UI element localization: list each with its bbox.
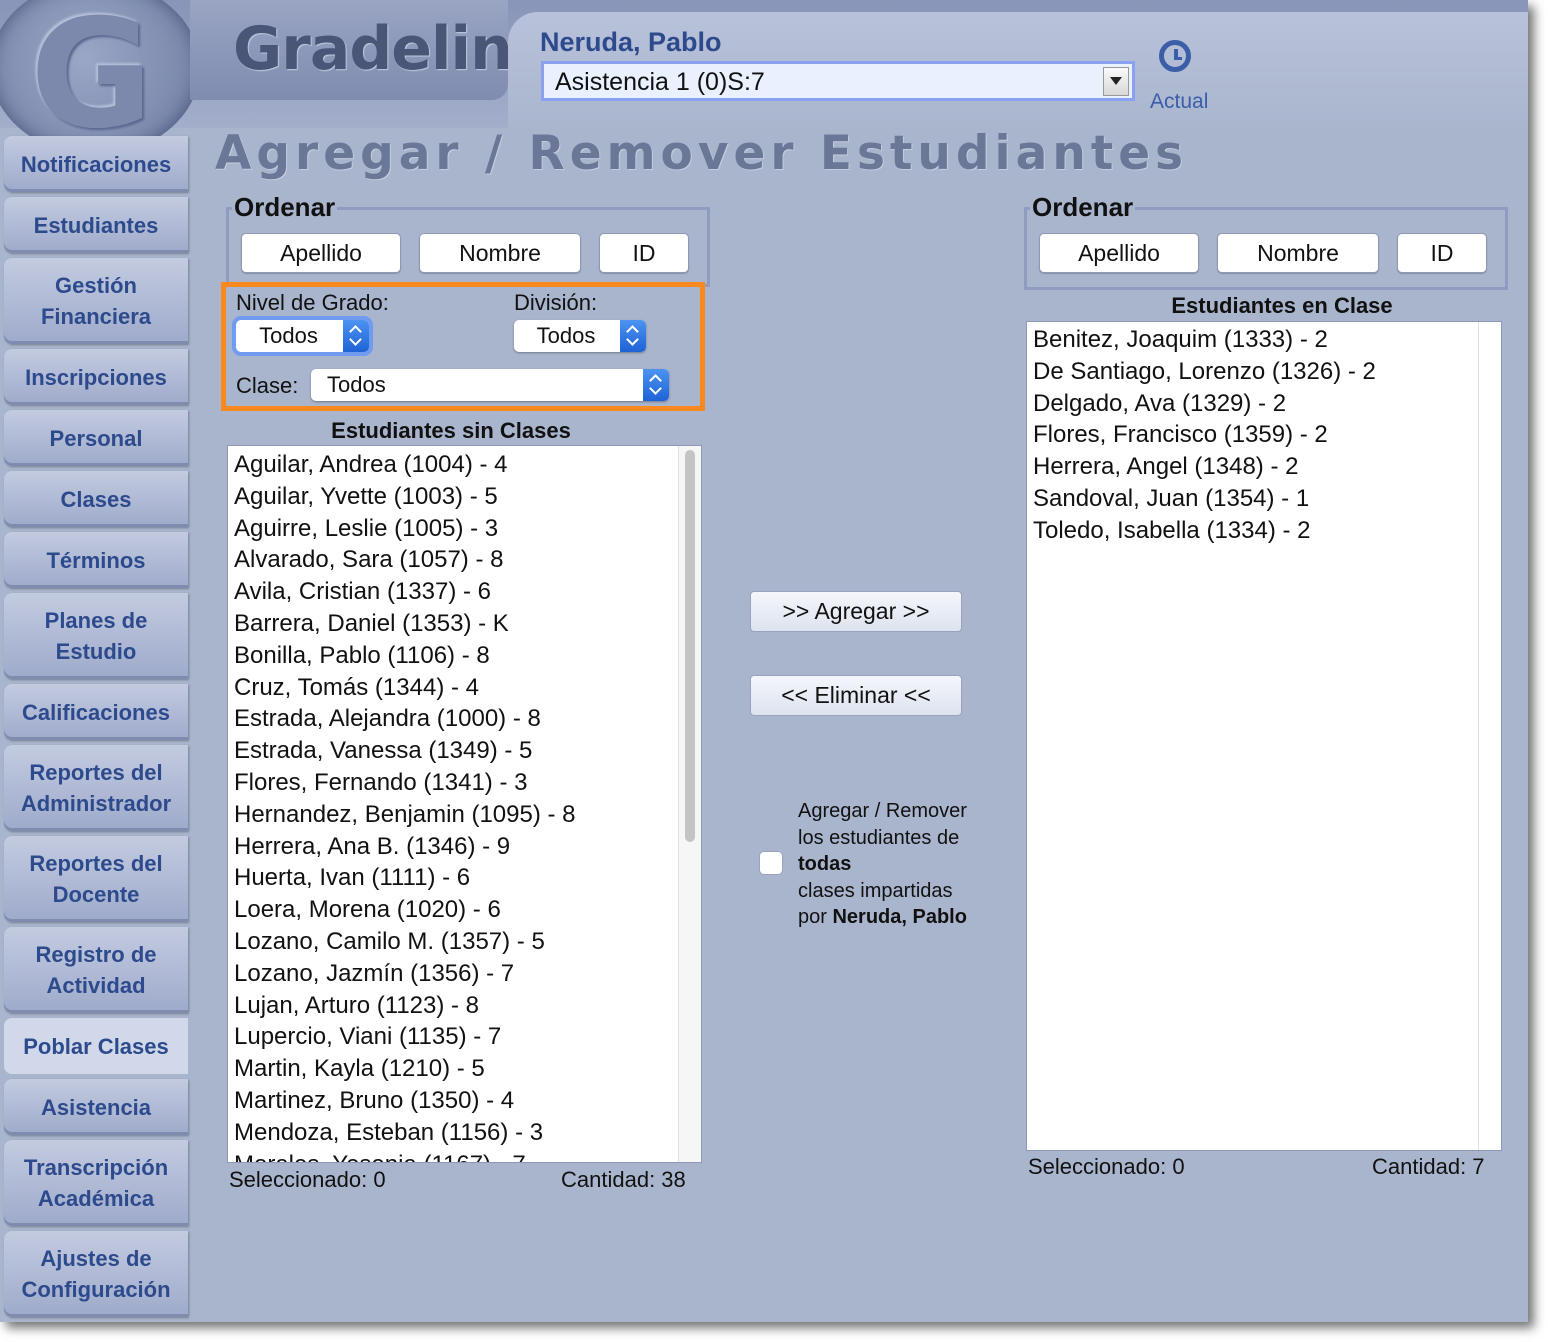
left-selected-count: Seleccionado: 0 xyxy=(229,1167,386,1192)
division-label: División: xyxy=(514,290,598,315)
list-item[interactable]: Barrera, Daniel (1353) - K xyxy=(234,610,509,638)
sidebar-item-notificaciones[interactable]: Notificaciones xyxy=(4,136,188,192)
all-classes-line: Agregar / Remover xyxy=(798,800,967,822)
chevron-down-icon[interactable] xyxy=(1103,67,1129,96)
teacher-name-bold: Neruda, Pablo xyxy=(832,906,967,928)
list-item[interactable]: Flores, Fernando (1341) - 3 xyxy=(234,769,527,797)
left-total-count: Cantidad: 38 xyxy=(561,1167,686,1192)
page-title: Agregar / Remover Estudiantes xyxy=(215,126,1189,181)
sidebar-item-gestion-financiera[interactable]: Gestión Financiera xyxy=(4,258,188,344)
list-item[interactable]: Estrada, Alejandra (1000) - 8 xyxy=(234,705,541,733)
list-item[interactable]: Lozano, Jazmín (1356) - 7 xyxy=(234,960,514,988)
sidebar-item-personal[interactable]: Personal xyxy=(4,410,188,466)
all-classes-line: todas xyxy=(798,853,852,875)
list-item[interactable]: Alvarado, Sara (1057) - 8 xyxy=(234,546,503,574)
right-selected-count: Seleccionado: 0 xyxy=(1028,1154,1185,1179)
left-sort-title: Ordenar xyxy=(232,192,338,223)
right-sort-last-name-button[interactable]: Apellido xyxy=(1039,233,1199,273)
class-filter-select[interactable]: Todos xyxy=(311,369,669,401)
sidebar-item-ajustes-configuracion[interactable]: Ajustes de Configuración xyxy=(4,1231,188,1317)
actual-link[interactable]: Actual xyxy=(1150,90,1208,114)
teacher-name: Neruda, Pablo xyxy=(540,27,722,57)
list-scrollbar[interactable] xyxy=(1478,322,1501,1150)
class-filter-value: Todos xyxy=(327,372,386,397)
all-classes-description: Agregar / Remover los estudiantes de tod… xyxy=(798,798,998,931)
class-students-list[interactable]: Benitez, Joaquim (1333) - 2 De Santiago, … xyxy=(1026,321,1502,1151)
list-item[interactable]: Herrera, Ana B. (1346) - 9 xyxy=(234,833,510,861)
list-item[interactable]: Cruz, Tomás (1344) - 4 xyxy=(234,674,479,702)
list-item[interactable]: Benitez, Joaquim (1333) - 2 xyxy=(1033,326,1328,354)
list-item[interactable]: Flores, Francisco (1359) - 2 xyxy=(1033,421,1328,449)
list-item[interactable]: Aguilar, Yvette (1003) - 5 xyxy=(234,483,498,511)
sidebar-item-estudiantes[interactable]: Estudiantes xyxy=(4,197,188,253)
unassigned-students-list[interactable]: Aguilar, Andrea (1004) - 4 Aguilar, Yvett… xyxy=(227,445,702,1163)
app-window: G Gradelink Neruda, Pablo Asistencia 1 (… xyxy=(0,0,1528,1322)
list-item[interactable]: Lozano, Camilo M. (1357) - 5 xyxy=(234,928,545,956)
list-item[interactable]: De Santiago, Lorenzo (1326) - 2 xyxy=(1033,358,1376,386)
sidebar-item-calificaciones[interactable]: Calificaciones xyxy=(4,684,188,740)
all-classes-line: por Neruda, Pablo xyxy=(798,904,998,931)
list-item[interactable]: Lujan, Arturo (1123) - 8 xyxy=(234,992,479,1020)
right-total-count: Cantidad: 7 xyxy=(1372,1154,1485,1179)
grade-level-select[interactable]: Todos xyxy=(236,320,369,352)
remove-students-button[interactable]: << Eliminar << xyxy=(750,675,962,716)
list-item[interactable]: Delgado, Ava (1329) - 2 xyxy=(1033,390,1286,418)
left-sort-id-button[interactable]: ID xyxy=(599,233,689,273)
list-item[interactable]: Martinez, Bruno (1350) - 4 xyxy=(234,1087,514,1115)
sidebar-item-asistencia[interactable]: Asistencia xyxy=(4,1079,188,1135)
list-scrollbar[interactable] xyxy=(678,446,701,1162)
sidebar-item-terminos[interactable]: Términos xyxy=(4,532,188,588)
up-down-stepper-icon xyxy=(343,320,369,352)
grade-level-label: Nivel de Grado: xyxy=(236,290,389,315)
scrollbar-thumb[interactable] xyxy=(685,450,695,842)
unassigned-students-title: Estudiantes sin Clases xyxy=(331,418,571,443)
list-item[interactable]: Mendoza, Esteban (1156) - 3 xyxy=(234,1119,543,1147)
up-down-stepper-icon xyxy=(643,369,669,401)
all-classes-line: los estudiantes de xyxy=(798,826,960,849)
list-item[interactable]: Avila, Cristian (1337) - 6 xyxy=(234,578,491,606)
left-sort-first-name-button[interactable]: Nombre xyxy=(419,233,581,273)
list-item[interactable]: Lupercio, Viani (1135) - 7 xyxy=(234,1023,501,1051)
sidebar-item-registro-actividad[interactable]: Registro de Actividad xyxy=(4,927,188,1013)
right-sort-id-button[interactable]: ID xyxy=(1397,233,1487,273)
class-filter-label: Clase: xyxy=(236,373,299,398)
list-item[interactable]: Aguirre, Leslie (1005) - 3 xyxy=(234,515,498,543)
list-item[interactable]: Estrada, Vanessa (1349) - 5 xyxy=(234,737,532,765)
list-item[interactable]: Aguilar, Andrea (1004) - 4 xyxy=(234,451,508,479)
list-item[interactable]: Toledo, Isabella (1334) - 2 xyxy=(1033,517,1311,545)
list-item[interactable]: Hernandez, Benjamin (1095) - 8 xyxy=(234,801,576,829)
sidebar-item-reportes-docente[interactable]: Reportes del Docente xyxy=(4,836,188,922)
sidebar-item-transcripcion-academica[interactable]: Transcripción Académica xyxy=(4,1140,188,1226)
list-item[interactable]: Martin, Kayla (1210) - 5 xyxy=(234,1055,485,1083)
by-prefix: por xyxy=(798,906,833,928)
all-classes-line: clases impartidas xyxy=(798,879,953,902)
division-select[interactable]: Todos xyxy=(514,320,646,352)
add-students-button[interactable]: >> Agregar >> xyxy=(750,591,962,632)
sidebar-item-clases[interactable]: Clases xyxy=(4,471,188,527)
list-item[interactable]: Bonilla, Pablo (1106) - 8 xyxy=(234,642,490,670)
left-sort-last-name-button[interactable]: Apellido xyxy=(241,233,401,273)
class-period-select[interactable]: Asistencia 1 (0)S:7 xyxy=(541,61,1135,101)
up-down-stepper-icon xyxy=(620,320,646,352)
class-students-title: Estudiantes en Clase xyxy=(1171,293,1393,318)
list-item[interactable]: Huerta, Ivan (1111) - 6 xyxy=(234,864,470,892)
right-sort-first-name-button[interactable]: Nombre xyxy=(1217,233,1379,273)
right-sort-title: Ordenar xyxy=(1030,192,1136,223)
class-period-value: Asistencia 1 (0)S:7 xyxy=(555,68,765,96)
clock-icon[interactable] xyxy=(1159,40,1191,72)
list-item[interactable]: Sandoval, Juan (1354) - 1 xyxy=(1033,485,1309,513)
list-item[interactable]: Morales, Yesenia (1167) - 7 xyxy=(234,1151,526,1162)
sidebar-item-planes-de-estudio[interactable]: Planes de Estudio xyxy=(4,593,188,679)
sidebar-item-inscripciones[interactable]: Inscripciones xyxy=(4,349,188,405)
list-item[interactable]: Herrera, Angel (1348) - 2 xyxy=(1033,453,1298,481)
grade-level-value: Todos xyxy=(259,323,318,348)
sidebar-item-poblar-clases[interactable]: Poblar Clases xyxy=(4,1018,188,1074)
list-item[interactable]: Loera, Morena (1020) - 6 xyxy=(234,896,501,924)
division-value: Todos xyxy=(536,323,596,348)
brand-name: Gradelink xyxy=(233,14,552,84)
all-classes-checkbox[interactable] xyxy=(759,851,783,875)
sidebar-item-reportes-administrador[interactable]: Reportes del Administrador xyxy=(4,745,188,831)
